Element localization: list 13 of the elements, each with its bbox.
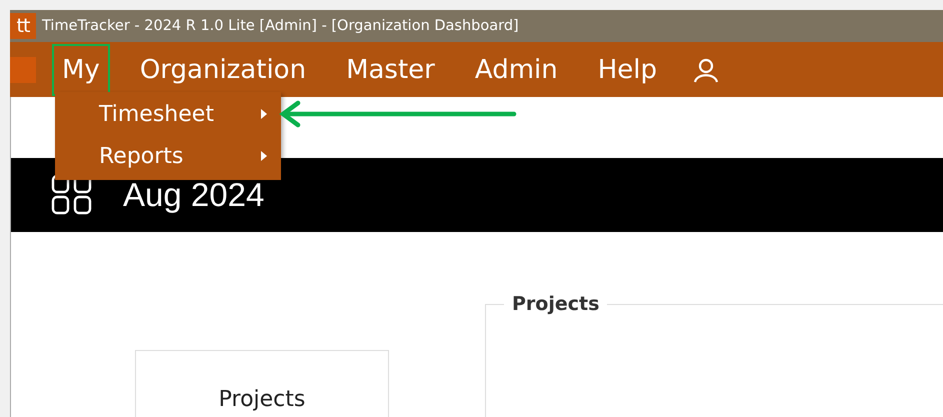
menu-item[interactable]: Admin: [464, 44, 568, 96]
menu-item[interactable]: Master: [336, 44, 445, 96]
menu-item[interactable]: Help: [588, 44, 668, 96]
window-title: TimeTracker - 2024 R 1.0 Lite [Admin] - [Organization Dashboard]: [42, 18, 519, 34]
projects-tile[interactable]: Projects: [135, 350, 389, 417]
panel-legend: Projects: [504, 293, 608, 315]
banner-title: Aug 2024: [123, 176, 264, 214]
dropdown-item[interactable]: Timesheet: [55, 93, 281, 135]
app-icon: tt: [10, 13, 36, 39]
dropdown-item[interactable]: Reports: [55, 135, 281, 177]
menu-item[interactable]: Organization: [130, 44, 316, 96]
tile-label: Projects: [218, 387, 306, 411]
user-icon[interactable]: [693, 56, 720, 82]
